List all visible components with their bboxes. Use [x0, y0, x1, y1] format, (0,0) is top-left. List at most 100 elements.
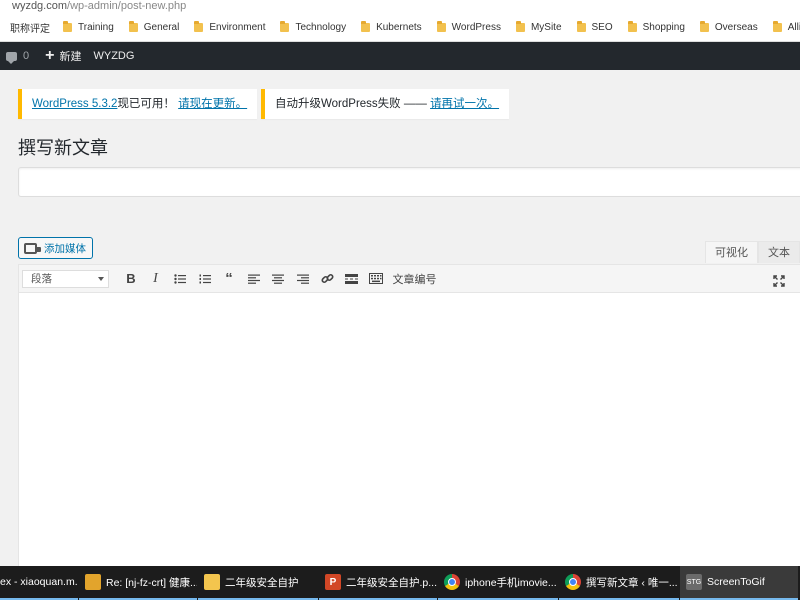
taskbar-item-label: 二年级安全自护	[225, 576, 299, 589]
taskbar-item-powerpoint[interactable]: P 二年级安全自护.p...	[319, 566, 437, 600]
new-label: 新建	[59, 51, 82, 63]
insert-link-button[interactable]	[315, 268, 339, 290]
taskbar-item-label: 撰写新文章 ‹ 唯一...	[586, 576, 678, 589]
fullscreen-button[interactable]	[767, 270, 791, 292]
folder-icon	[128, 21, 138, 32]
bookmarks-bar: 职称评定 Training General Environment Techno…	[0, 14, 800, 42]
autoupdate-notice-text: 自动升级WordPress失败 ——	[275, 98, 431, 110]
comments-count: 0	[23, 50, 30, 62]
plus-icon: +	[45, 47, 55, 64]
new-content-menu[interactable]: + 新建	[35, 42, 87, 70]
taskbar-item-label: ScreenToGif	[707, 576, 765, 588]
folder-icon	[280, 21, 290, 32]
keyboard-icon	[369, 273, 383, 284]
site-label: WYZDG	[93, 50, 135, 62]
taskbar: ex - xiaoquan.m... Re: [nj-fz-crt] 健康...…	[0, 566, 800, 600]
fullscreen-icon	[772, 275, 785, 287]
powerpoint-icon: P	[325, 574, 341, 590]
bookmark-folder-alliance[interactable]: Alliance	[772, 14, 800, 41]
bookmark-label: Technology	[295, 22, 347, 33]
comment-icon	[6, 51, 17, 64]
update-notice: WordPress 5.3.2现已可用！ 请现在更新。	[18, 89, 258, 119]
chevron-down-icon	[98, 276, 104, 281]
wp-admin-bar: 0 + 新建 WYZDG	[0, 42, 800, 70]
retry-link[interactable]: 请再试一次。	[430, 98, 499, 110]
url-path: /wp-admin/post-new.php	[67, 0, 187, 12]
bookmark-label: Overseas	[714, 22, 758, 33]
bookmark-item[interactable]: 职称评定	[0, 14, 50, 41]
align-left-icon	[247, 274, 260, 284]
folder-icon	[194, 21, 204, 32]
toolbar-toggle-button[interactable]	[364, 268, 388, 290]
folder-icon	[627, 21, 637, 32]
bookmark-folder-training[interactable]: Training	[63, 14, 114, 41]
bookmark-folder-general[interactable]: General	[128, 14, 180, 41]
align-center-button[interactable]	[266, 268, 290, 290]
folder-icon	[576, 21, 586, 32]
mail-icon	[85, 574, 101, 590]
italic-button[interactable]: I	[144, 268, 168, 290]
address-bar[interactable]: wyzdg.com/wp-admin/post-new.php	[0, 0, 800, 14]
folder-icon	[515, 21, 525, 32]
taskbar-item-screentogif[interactable]: STG ScreenToGif	[680, 566, 798, 600]
wordpress-version-link[interactable]: WordPress 5.3.2	[32, 98, 117, 110]
bookmark-folder-technology[interactable]: Technology	[280, 14, 347, 41]
blockquote-button[interactable]: “	[217, 268, 241, 290]
numbered-list-button[interactable]	[193, 268, 217, 290]
editor-tabs: 可视化 文本	[705, 241, 800, 263]
update-notice-text: 现已可用！	[117, 98, 175, 110]
align-left-button[interactable]	[242, 268, 266, 290]
taskbar-item-folder[interactable]: 二年级安全自护	[198, 566, 318, 600]
content-editor: 段落 B I “ 文章编号	[18, 264, 800, 566]
bullet-list-button[interactable]	[168, 268, 192, 290]
bookmark-folder-overseas[interactable]: Overseas	[699, 14, 758, 41]
bookmark-label: Kubernets	[376, 22, 422, 33]
comments-menu[interactable]: 0	[0, 42, 35, 70]
media-icon	[24, 242, 41, 254]
bookmark-folder-environment[interactable]: Environment	[194, 14, 265, 41]
bookmark-folder-seo[interactable]: SEO	[576, 14, 613, 41]
page-title: 撰写新文章	[18, 138, 108, 158]
editor-body[interactable]	[19, 293, 800, 566]
post-number-label[interactable]: 文章编号	[393, 271, 437, 287]
bookmark-label: SEO	[591, 22, 613, 33]
taskbar-item-chrome-imovie[interactable]: iphone手机imovie...	[438, 566, 558, 600]
folder-icon	[204, 574, 220, 590]
bookmark-folder-mysite[interactable]: MySite	[515, 14, 562, 41]
taskbar-item-label: 二年级安全自护.p...	[346, 576, 437, 589]
align-right-button[interactable]	[291, 268, 315, 290]
link-icon	[320, 273, 334, 284]
tab-visual[interactable]: 可视化	[705, 241, 758, 263]
folder-icon	[361, 21, 371, 32]
quote-icon: “	[225, 270, 233, 287]
bookmark-folder-kubernets[interactable]: Kubernets	[361, 14, 422, 41]
format-select[interactable]: 段落	[22, 269, 109, 288]
italic-icon: I	[153, 270, 158, 286]
add-media-button[interactable]: 添加媒体	[18, 237, 93, 259]
bookmark-label: MySite	[530, 22, 562, 33]
chrome-icon	[565, 574, 581, 590]
taskbar-item-label: iphone手机imovie...	[465, 576, 557, 589]
wp-content: WordPress 5.3.2现已可用！ 请现在更新。 自动升级WordPres…	[0, 70, 800, 566]
update-now-link[interactable]: 请现在更新。	[178, 98, 247, 110]
taskbar-item-chrome-wordpress[interactable]: 撰写新文章 ‹ 唯一...	[559, 566, 679, 600]
screentogif-icon: STG	[686, 574, 702, 590]
format-select-value: 段落	[31, 273, 52, 285]
read-more-button[interactable]	[340, 268, 364, 290]
bookmark-folder-wordpress[interactable]: WordPress	[436, 14, 501, 41]
taskbar-item-label: Re: [nj-fz-crt] 健康...	[106, 576, 197, 589]
post-title-input[interactable]	[18, 167, 800, 197]
bookmark-label: General	[143, 22, 180, 33]
folder-icon	[772, 21, 782, 32]
align-right-icon	[296, 274, 309, 284]
add-media-label: 添加媒体	[44, 242, 86, 255]
tab-text[interactable]: 文本	[758, 241, 800, 263]
site-menu[interactable]: WYZDG	[87, 42, 140, 70]
bookmark-label: Training	[78, 22, 114, 33]
bookmark-folder-shopping[interactable]: Shopping	[627, 14, 685, 41]
url-host: wyzdg.com	[12, 0, 68, 12]
bold-button[interactable]: B	[119, 268, 143, 290]
taskbar-item-mail[interactable]: Re: [nj-fz-crt] 健康...	[79, 566, 197, 600]
taskbar-item-email-client[interactable]: ex - xiaoquan.m...	[0, 566, 78, 600]
numbered-list-icon	[199, 274, 211, 283]
